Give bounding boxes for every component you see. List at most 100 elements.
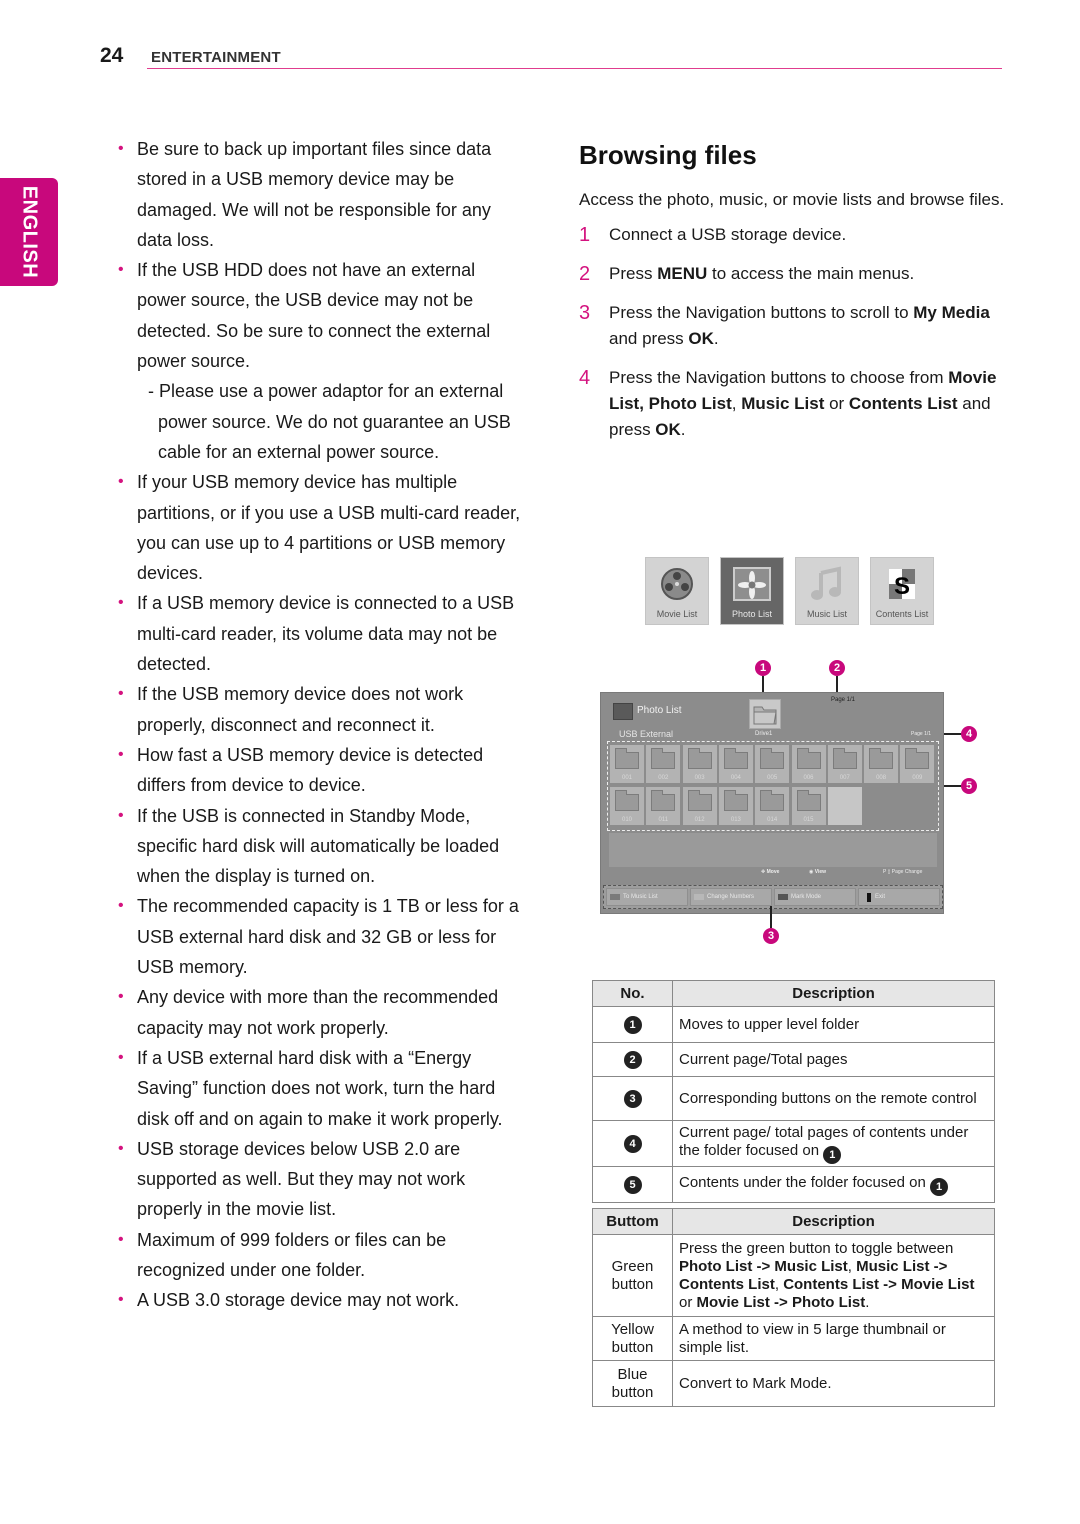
note-item: • If your USB memory device has multiple … <box>116 467 526 588</box>
description-text: Corresponding buttons on the remote cont… <box>679 1089 977 1107</box>
folder-item[interactable]: 006 <box>791 745 826 783</box>
bold-text: Contents List <box>848 394 958 413</box>
step-number: 2 <box>579 263 591 285</box>
folder-name: 001 <box>621 775 632 781</box>
reference-badge: 1 <box>930 1177 949 1196</box>
media-menu: Movie List Photo List Music List S Contents … <box>645 557 935 627</box>
folder-icon <box>687 748 712 769</box>
bullet-icon: • <box>118 594 124 612</box>
table-row: 1 Moves to upper level folder <box>592 1006 995 1043</box>
note-text: If the USB is connected in Standby Mode,… <box>137 805 500 887</box>
folder-item[interactable]: 005 <box>755 745 790 783</box>
step-item: 4 Press the Navigation buttons to choose … <box>579 365 1009 443</box>
number-cell: 1 <box>592 1006 673 1043</box>
note-text: If a USB memory device is connected to a… <box>137 593 515 675</box>
text: Press <box>609 264 658 283</box>
note-item: • If the USB HDD does not have an externa… <box>116 255 526 376</box>
bold-text: Photo List -> Music List <box>679 1257 848 1275</box>
contents-s-icon: S <box>880 564 924 604</box>
media-menu-item[interactable]: Photo List <box>720 557 784 625</box>
photo-flower-icon <box>730 564 774 604</box>
col-header-description: Description <box>672 1208 995 1235</box>
folder-item[interactable]: 014 <box>755 787 790 825</box>
note-item: • How fast a USB memory device is detecte… <box>116 740 526 801</box>
text: or <box>824 394 849 413</box>
folder-item[interactable]: 010 <box>610 787 644 825</box>
remote-button[interactable]: Change Numbers <box>690 888 772 906</box>
step-item: 2 Press MENU to access the main menus. <box>579 261 1009 287</box>
folder-icon <box>723 748 748 769</box>
text: , <box>774 1275 784 1293</box>
description-cell: A method to view in 5 large thumbnail or… <box>672 1316 995 1361</box>
upper-folder-button[interactable] <box>749 699 781 729</box>
table-row: 3 Corresponding buttons on the remote con… <box>592 1076 995 1121</box>
note-item: • Any device with more than the recommend… <box>116 982 526 1043</box>
bullet-icon: • <box>118 1048 124 1066</box>
table-row: Blue button Convert to Mark Mode. <box>592 1360 995 1407</box>
folder-item[interactable]: 012 <box>682 787 717 825</box>
text: and press <box>609 329 689 348</box>
folder-item[interactable]: 013 <box>718 787 753 825</box>
text: Press the green button to toggle between <box>679 1239 954 1257</box>
col-header-description: Description <box>672 980 995 1007</box>
folder-name: 003 <box>694 775 705 781</box>
folder-item[interactable]: 011 <box>646 787 681 825</box>
note-text: Be sure to back up important files since… <box>137 139 492 250</box>
number-badge: 1 <box>623 1016 642 1034</box>
media-menu-item[interactable]: S Contents List <box>870 557 934 625</box>
text: Convert to Mark Mode. <box>679 1374 832 1392</box>
remote-button[interactable]: To Music List <box>606 888 688 906</box>
text: Press the Navigation buttons to choose f… <box>609 368 949 387</box>
bold-text: Music List <box>741 394 825 413</box>
description-text: Current page/Total pages <box>679 1050 848 1068</box>
number-cell: 5 <box>592 1166 673 1203</box>
folder-name: 009 <box>912 775 923 781</box>
remote-button[interactable]: Exit <box>858 888 940 906</box>
folder-item[interactable]: 003 <box>682 745 717 783</box>
callout-2: 2 <box>829 660 845 676</box>
number-badge: 3 <box>623 1090 642 1108</box>
folder-item[interactable]: 008 <box>864 745 899 783</box>
callout-3: 3 <box>763 928 779 944</box>
folder-icon <box>651 748 676 769</box>
folder-item[interactable]: 004 <box>718 745 753 783</box>
folder-item[interactable]: 007 <box>827 745 862 783</box>
text: Press the Navigation buttons to scroll t… <box>609 303 914 322</box>
folder-icon <box>753 706 777 725</box>
media-menu-label: Music List <box>806 609 847 619</box>
music-note-icon <box>805 564 849 604</box>
bullet-icon: • <box>118 745 124 763</box>
sub-note: - Please use a power adaptor for an exte… <box>148 381 511 462</box>
description-cell: Current page/Total pages <box>672 1042 995 1077</box>
remote-button[interactable]: Mark Mode <box>774 888 856 906</box>
bullet-icon: • <box>118 685 124 703</box>
note-text: A USB 3.0 storage device may not work. <box>137 1290 460 1311</box>
page-indicator-right: Page 1/1 <box>911 731 932 737</box>
number-cell: 2 <box>592 1042 673 1077</box>
note-item: • USB storage devices below USB 2.0 are s… <box>116 1134 526 1225</box>
folder-item[interactable]: 015 <box>791 787 826 825</box>
folder-name: 014 <box>767 817 778 823</box>
bullet-icon: • <box>118 897 124 915</box>
note-text: If the USB HDD does not have an external… <box>137 260 491 372</box>
table-row: Green button Press the green button to to… <box>592 1234 995 1317</box>
preview-area <box>609 833 937 867</box>
callout-5-line <box>944 785 962 787</box>
note-item: • Maximum of 999 folders or files can be … <box>116 1225 526 1286</box>
folder-item[interactable]: 009 <box>900 745 935 783</box>
folder-icon <box>615 748 639 769</box>
folder-icon <box>832 748 857 769</box>
media-menu-item[interactable]: Music List <box>795 557 859 625</box>
folder-name: 015 <box>803 817 814 823</box>
step-number: 4 <box>579 367 591 389</box>
callout-4-line <box>944 733 962 735</box>
steps-list: 1 Connect a USB storage device. 2 Press MEN… <box>579 222 1009 443</box>
text: Connect a USB storage device. <box>609 225 847 244</box>
step-item: 1 Connect a USB storage device. <box>579 222 1009 248</box>
folder-item[interactable]: 001 <box>610 745 644 783</box>
folder-item[interactable]: 002 <box>646 745 681 783</box>
folder-icon <box>651 790 676 811</box>
media-menu-item[interactable]: Movie List <box>645 557 709 625</box>
folder-icon <box>869 748 894 769</box>
bullet-icon: • <box>118 473 124 491</box>
